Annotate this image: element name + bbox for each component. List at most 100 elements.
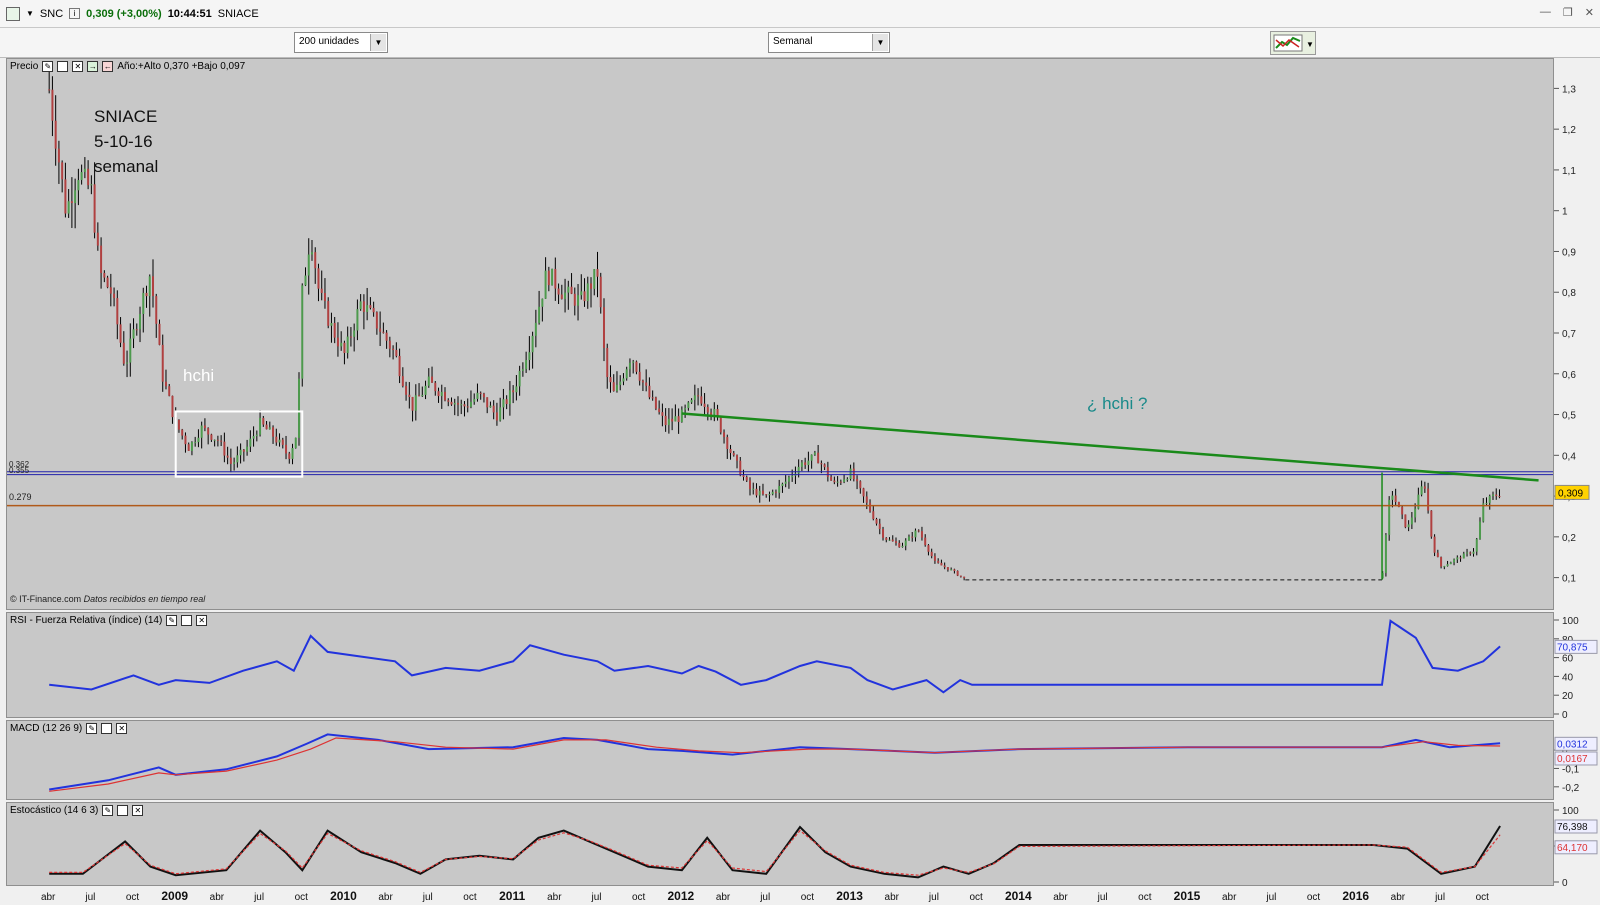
candle-body (90, 184, 93, 186)
stoch-pane-title: Estocástico (14 6 3) (10, 805, 99, 816)
candle-body (625, 369, 628, 379)
x-tick-label: oct (126, 892, 140, 903)
clock-time: 10:44:51 (167, 7, 212, 20)
candle-body (843, 479, 846, 482)
window-icon[interactable] (101, 723, 113, 734)
candle-body (723, 432, 726, 438)
price-pane[interactable]: Precio ✎ ✕ → ← Año:+Alto 0,370 +Bajo 0,0… (6, 58, 1554, 610)
candle-body (693, 395, 696, 400)
candle-body (502, 399, 505, 408)
x-tick-label: abr (716, 892, 731, 903)
remove-icon[interactable]: ← (102, 61, 114, 72)
candle-body (771, 491, 774, 495)
candle-body (810, 454, 813, 461)
close-circle-icon[interactable]: ✕ (72, 61, 84, 72)
candle-body (956, 570, 959, 576)
candle-body (434, 382, 437, 392)
info-icon[interactable]: i (69, 8, 81, 19)
chevron-down-icon[interactable]: ▼ (370, 34, 386, 51)
dropdown-arrow-icon[interactable]: ▼ (26, 9, 34, 18)
rsi-pane[interactable]: RSI - Fuerza Relativa (índice) (14) ✎ ✕ (6, 612, 1554, 718)
macd-pane-title: MACD (12 26 9) (10, 723, 83, 734)
candle-body (1472, 551, 1475, 554)
candle-body (265, 424, 268, 430)
period-select[interactable]: Semanal ▼ (768, 32, 890, 53)
candle-body (755, 488, 758, 496)
candle-body (489, 405, 492, 408)
chart-type-icon[interactable] (6, 6, 20, 21)
y-tick-label: -0,1 (1562, 764, 1580, 775)
candle-body (933, 556, 936, 561)
export-icon[interactable]: → (87, 61, 99, 72)
close-circle-icon[interactable]: ✕ (196, 615, 208, 626)
restore-icon[interactable]: ❐ (1563, 6, 1573, 19)
window-icon[interactable] (117, 805, 129, 816)
candle-body (590, 283, 593, 289)
wrench-icon[interactable]: ✎ (86, 723, 98, 734)
macd-pane[interactable]: MACD (12 26 9) ✎ ✕ (6, 720, 1554, 800)
x-tick-label: 2010 (330, 889, 357, 903)
candle-body (80, 172, 83, 181)
candle-body (677, 416, 680, 423)
candle-body (213, 439, 216, 441)
candle-body (758, 490, 761, 496)
close-icon[interactable]: ✕ (1585, 6, 1594, 19)
candle-body (229, 457, 232, 464)
candle-body (862, 488, 865, 497)
wrench-icon[interactable]: ✎ (42, 61, 54, 72)
price-axis-ticks: 0,10,20,30,40,50,60,70,80,911,11,21,30,3… (1554, 84, 1590, 585)
candle-body (83, 168, 86, 173)
candle-body (564, 292, 567, 299)
candle-body (200, 425, 203, 438)
candle-body (859, 481, 862, 489)
x-tick-label: 2013 (836, 889, 863, 903)
candle-body (567, 286, 570, 293)
last-price-label: 0,309 (1558, 488, 1583, 499)
candle-body (554, 268, 557, 289)
candle-body (784, 481, 787, 484)
candle-body (580, 291, 583, 296)
stoch-pane[interactable]: Estocástico (14 6 3) ✎ ✕ (6, 802, 1554, 886)
candle-body (654, 397, 657, 409)
units-select[interactable]: 200 unidades ▼ (294, 32, 388, 53)
titlebar: ▼ SNC i 0,309 (+3,00%) 10:44:51 SNIACE —… (0, 0, 1600, 28)
candle-body (726, 437, 729, 449)
candle-body (953, 569, 956, 571)
candle-body (155, 296, 158, 324)
candle-body (680, 409, 683, 423)
candle-body (924, 537, 927, 546)
chevron-down-icon[interactable]: ▼ (872, 34, 888, 51)
close-circle-icon[interactable]: ✕ (132, 805, 144, 816)
wrench-icon[interactable]: ✎ (166, 615, 178, 626)
pattern-label-left: hchi (183, 366, 215, 385)
candle-body (1453, 559, 1456, 563)
candle-body (236, 455, 239, 463)
window-icon[interactable] (181, 615, 193, 626)
candle-body (839, 481, 842, 483)
x-tick-label: abr (1053, 892, 1068, 903)
close-circle-icon[interactable]: ✕ (116, 723, 128, 734)
candle-body (791, 475, 794, 478)
x-tick-label: oct (1476, 892, 1490, 903)
series-line-0 (49, 825, 1501, 879)
minimize-icon[interactable]: — (1540, 6, 1551, 19)
candle-body (369, 305, 372, 308)
wrench-icon[interactable]: ✎ (102, 805, 114, 816)
level-label-c: 0.279 (9, 492, 32, 502)
candle-body (1436, 552, 1439, 558)
candle-body (914, 530, 917, 538)
y-tick-label: 1,2 (1562, 125, 1576, 136)
chart-style-button[interactable]: ▼ (1270, 31, 1316, 55)
candle-body (781, 483, 784, 487)
candle-body (314, 252, 317, 269)
candle-body (544, 270, 547, 299)
time-axis-labels: abr jul oct 2009 abr jul oct 2010 abr jul oct 2011 a… (41, 889, 1490, 903)
window-icon[interactable] (57, 61, 69, 72)
last-value-label: 70,875 (1557, 642, 1588, 653)
candle-body (197, 437, 200, 443)
candle-body (917, 530, 920, 532)
stoch-axis: 05010076,39864,170 (1554, 802, 1600, 889)
candle-body (894, 541, 897, 543)
x-tick-label: oct (801, 892, 815, 903)
x-tick-label: 2012 (668, 889, 695, 903)
